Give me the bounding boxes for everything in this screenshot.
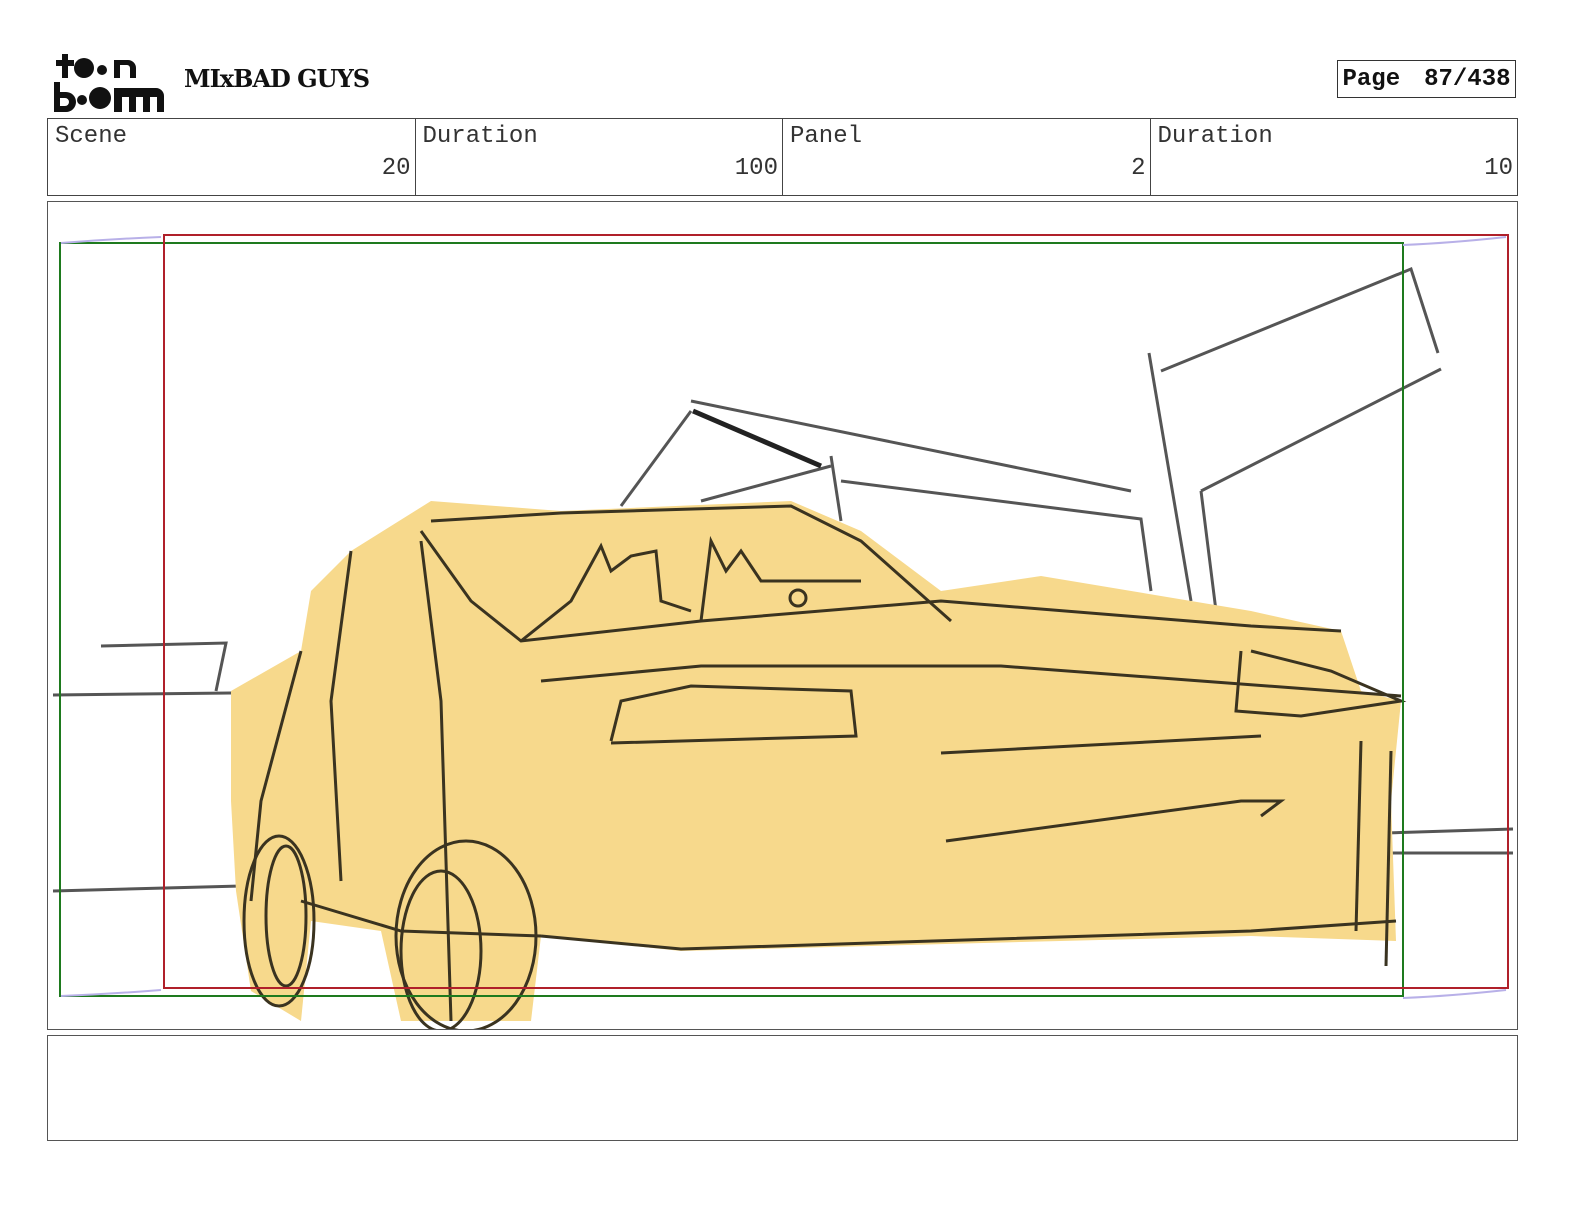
project-title: MIxBAD GUYS — [184, 64, 370, 93]
panel-value: 2 — [1131, 155, 1146, 182]
sketch-image — [52, 234, 1514, 1029]
scene-cell: Scene 20 — [48, 119, 416, 195]
scene-label: Scene — [55, 123, 128, 150]
panel-label: Panel — [790, 123, 863, 150]
car-fill — [231, 501, 1401, 1021]
panel-info-table: Scene 20 Duration 100 Panel 2 Duration 10 — [47, 118, 1518, 196]
scene-duration-cell: Duration 100 — [416, 119, 783, 195]
scene-duration-label: Duration — [422, 123, 538, 150]
scene-value: 20 — [381, 155, 411, 182]
storyboard-panel — [47, 201, 1518, 1030]
page-label: Page — [1342, 65, 1401, 93]
panel-duration-cell: Duration 10 — [1151, 119, 1518, 195]
page-value: 87/438 — [1424, 65, 1511, 93]
panel-cell: Panel 2 — [783, 119, 1151, 195]
panel-notes — [47, 1035, 1518, 1141]
scene-duration-value: 100 — [734, 155, 778, 182]
panel-duration-value: 10 — [1484, 155, 1513, 182]
page-indicator: Page 87/438 — [1337, 60, 1516, 98]
toonboom-logo — [54, 54, 164, 112]
panel-duration-label: Duration — [1157, 123, 1273, 150]
